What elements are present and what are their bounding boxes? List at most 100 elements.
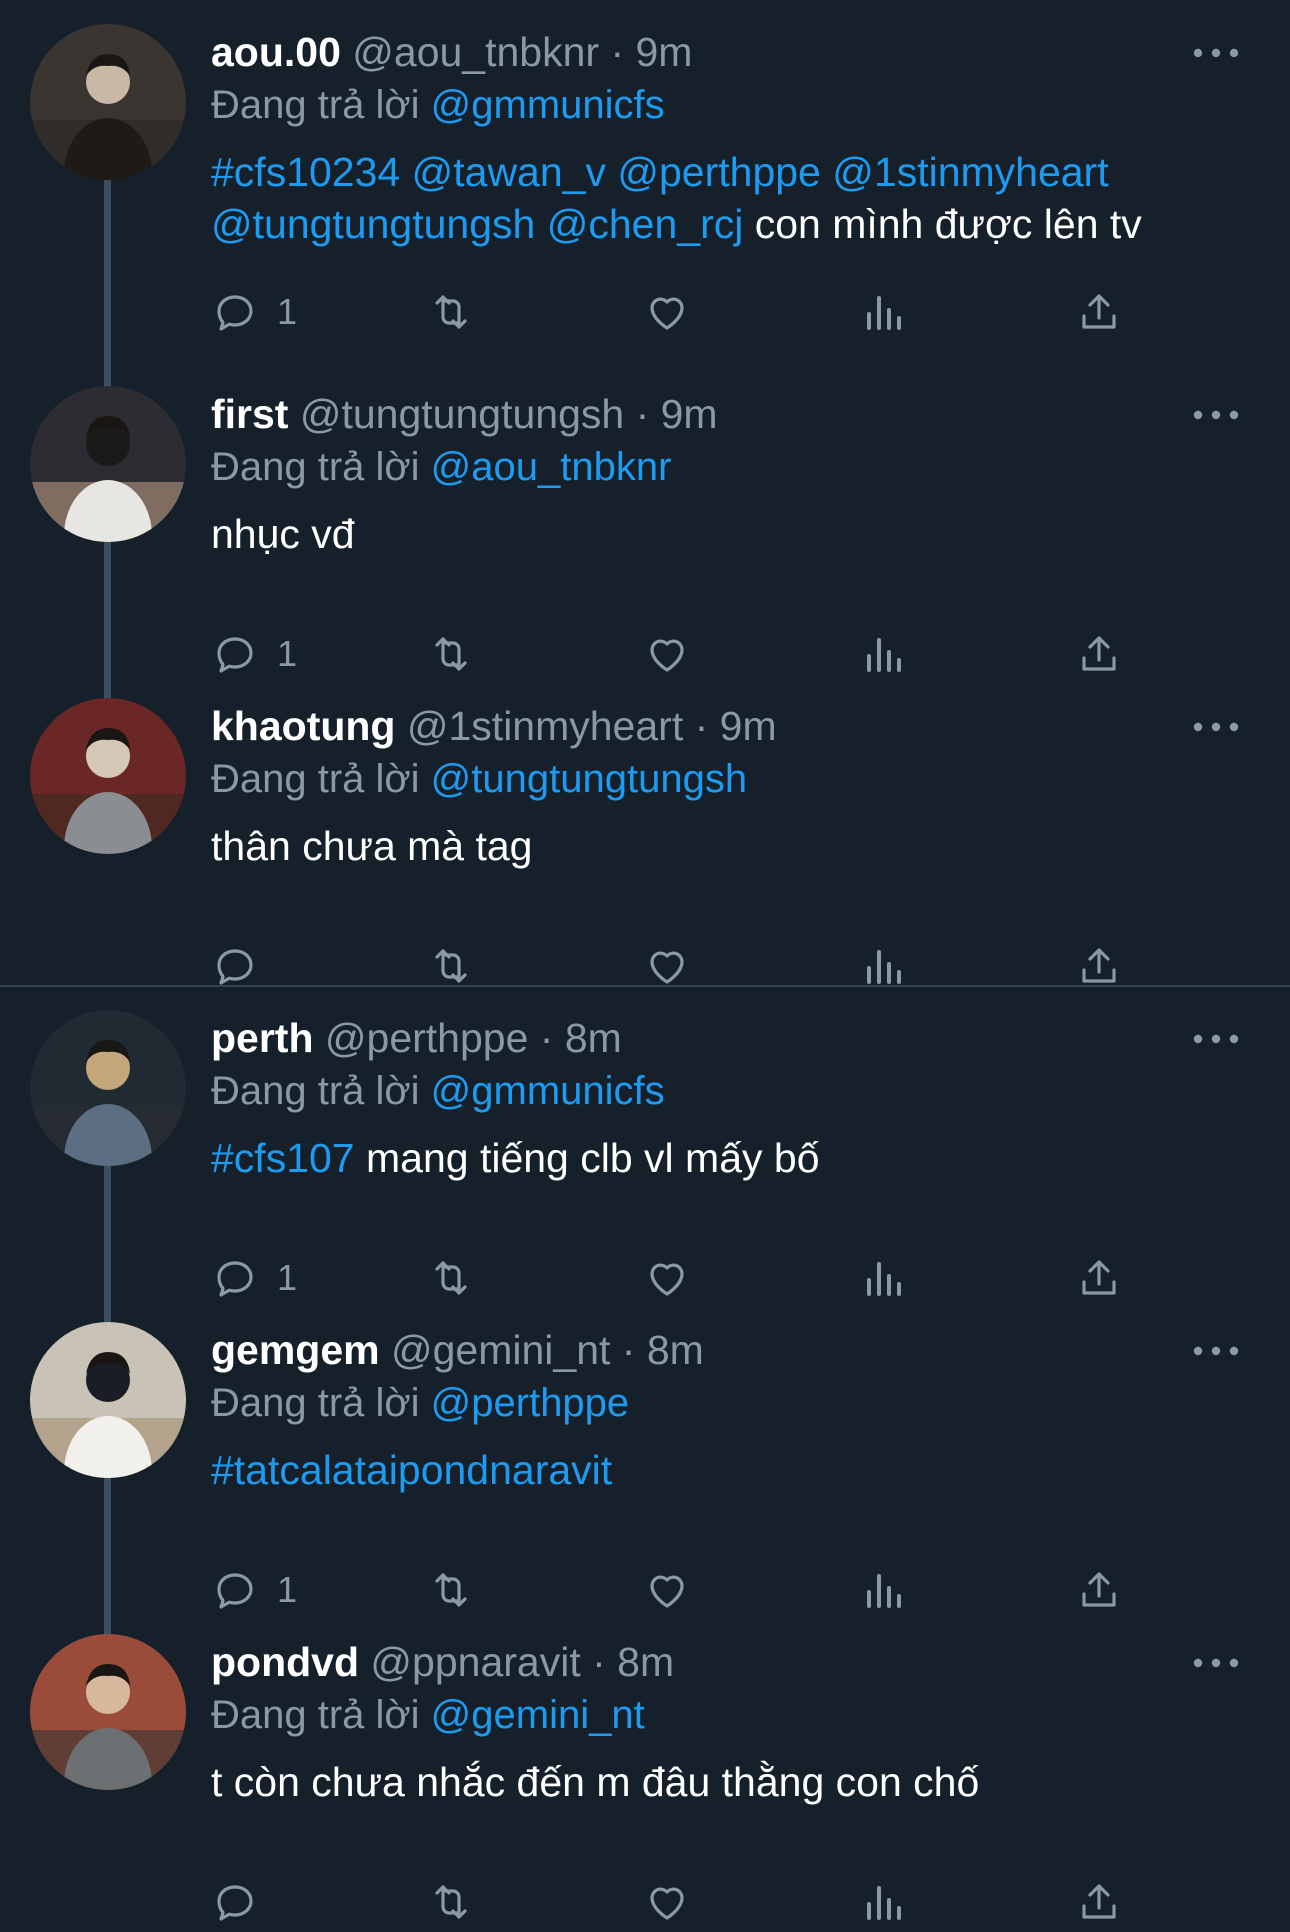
- display-name[interactable]: aou.00: [211, 29, 341, 75]
- bar-chart-icon: [859, 1566, 907, 1614]
- more-options-icon[interactable]: [1186, 1638, 1246, 1688]
- avatar[interactable]: [30, 1010, 186, 1166]
- timestamp[interactable]: 8m: [647, 1327, 704, 1373]
- more-options-icon[interactable]: [1186, 702, 1246, 752]
- more-options-icon[interactable]: [1186, 1326, 1246, 1376]
- like-button[interactable]: [643, 1872, 691, 1932]
- share-button[interactable]: [1075, 282, 1123, 342]
- tweet[interactable]: khaotung @1stinmyheart · 9m Đang trả lời …: [0, 674, 1290, 986]
- more-options-icon[interactable]: [1186, 1014, 1246, 1064]
- tweet-text-segment: [400, 149, 411, 195]
- like-button[interactable]: [643, 282, 691, 342]
- tweet-text: nhục vđ: [211, 508, 1251, 560]
- separator-dot: ·: [580, 1639, 618, 1685]
- user-handle[interactable]: @aou_tnbknr: [341, 29, 599, 75]
- reply-button[interactable]: 1: [211, 282, 297, 342]
- tweet[interactable]: aou.00 @aou_tnbknr · 9m Đang trả lời @gmm…: [0, 0, 1290, 332]
- retweet-icon: [427, 1566, 475, 1614]
- retweet-icon: [427, 288, 475, 336]
- replying-to-label: Đang trả lời: [211, 1381, 431, 1425]
- retweet-button[interactable]: [427, 1872, 475, 1932]
- more-options-icon[interactable]: [1186, 390, 1246, 440]
- heart-icon: [643, 1566, 691, 1614]
- reply-count: 1: [277, 633, 298, 674]
- replying-to-mention[interactable]: @gmmunicfs: [431, 1069, 665, 1113]
- tweet[interactable]: pondvd @ppnaravit · 8m Đang trả lời @gemi…: [0, 1610, 1290, 1922]
- tweet-text: thân chưa mà tag: [211, 820, 1251, 872]
- replying-to-mention[interactable]: @gemini_nt: [431, 1693, 645, 1737]
- timestamp[interactable]: 9m: [636, 29, 693, 75]
- tweet-text: #cfs107 mang tiếng clb vl mấy bố: [211, 1132, 1251, 1184]
- separator-dot: ·: [599, 29, 636, 75]
- more-options-icon[interactable]: [1186, 28, 1246, 78]
- tweet-text-segment: thân chưa mà tag: [211, 823, 533, 869]
- timestamp[interactable]: 8m: [565, 1015, 622, 1061]
- tweet-header: khaotung @1stinmyheart · 9m: [211, 698, 1150, 754]
- replying-to-mention[interactable]: @tungtungtungsh: [431, 757, 747, 801]
- replying-to-mention[interactable]: @aou_tnbknr: [431, 445, 672, 489]
- reply-count: 1: [277, 291, 298, 332]
- reply-icon: [211, 1254, 259, 1302]
- bar-chart-icon: [859, 1254, 907, 1302]
- tweet-text-segment: con mình được lên tv: [743, 201, 1142, 247]
- timestamp[interactable]: 9m: [720, 703, 777, 749]
- hashtag-link[interactable]: #cfs10234: [211, 149, 400, 195]
- replying-to-line: Đang trả lời @tungtungtungsh: [211, 752, 747, 806]
- user-handle[interactable]: @gemini_nt: [380, 1327, 610, 1373]
- replying-to-label: Đang trả lời: [211, 445, 431, 489]
- heart-icon: [643, 942, 691, 990]
- tweet-text: t còn chưa nhắc đến m đâu thằng con chố: [211, 1756, 1251, 1808]
- tweet-text-segment: [606, 149, 617, 195]
- display-name[interactable]: khaotung: [211, 703, 395, 749]
- retweet-icon: [427, 630, 475, 678]
- reply-button[interactable]: [211, 1872, 259, 1932]
- share-icon: [1075, 1566, 1123, 1614]
- display-name[interactable]: pondvd: [211, 1639, 359, 1685]
- separator-dot: ·: [610, 1327, 647, 1373]
- user-handle[interactable]: @perthppe: [314, 1015, 528, 1061]
- mention-link[interactable]: @chen_rcj: [547, 201, 744, 247]
- tweet[interactable]: gemgem @gemini_nt · 8m Đang trả lời @pert…: [0, 1298, 1290, 1610]
- mention-link[interactable]: @perthppe: [617, 149, 820, 195]
- display-name[interactable]: perth: [211, 1015, 314, 1061]
- user-handle[interactable]: @1stinmyheart: [395, 703, 683, 749]
- tweet[interactable]: first @tungtungtungsh · 9m Đang trả lời @…: [0, 362, 1290, 674]
- tweet-header: gemgem @gemini_nt · 8m: [211, 1322, 1150, 1378]
- tweet-header: pondvd @ppnaravit · 8m: [211, 1634, 1150, 1690]
- retweet-button[interactable]: [427, 282, 475, 342]
- heart-icon: [643, 288, 691, 336]
- replying-to-line: Đang trả lời @gmmunicfs: [211, 1064, 665, 1118]
- share-icon: [1075, 942, 1123, 990]
- timestamp[interactable]: 8m: [617, 1639, 674, 1685]
- bar-chart-icon: [859, 942, 907, 990]
- replying-to-line: Đang trả lời @gemini_nt: [211, 1688, 645, 1742]
- tweet-text: #cfs10234 @tawan_v @perthppe @1stinmyhea…: [211, 146, 1251, 250]
- display-name[interactable]: first: [211, 391, 288, 437]
- replying-to-line: Đang trả lời @aou_tnbknr: [211, 440, 671, 494]
- avatar[interactable]: [30, 1634, 186, 1790]
- tweet[interactable]: perth @perthppe · 8m Đang trả lời @gmmuni…: [0, 986, 1290, 1298]
- views-button[interactable]: [859, 282, 907, 342]
- mention-link[interactable]: @tungtungtungsh: [211, 201, 535, 247]
- share-button[interactable]: [1075, 1872, 1123, 1932]
- timestamp[interactable]: 9m: [661, 391, 718, 437]
- mention-link[interactable]: @1stinmyheart: [832, 149, 1108, 195]
- bar-chart-icon: [859, 288, 907, 336]
- user-handle[interactable]: @ppnaravit: [359, 1639, 580, 1685]
- views-button[interactable]: [859, 1872, 907, 1932]
- display-name[interactable]: gemgem: [211, 1327, 380, 1373]
- tweet-header: first @tungtungtungsh · 9m: [211, 386, 1150, 442]
- replying-to-mention[interactable]: @gmmunicfs: [431, 83, 665, 127]
- hashtag-link[interactable]: #cfs107: [211, 1135, 355, 1181]
- replying-to-mention[interactable]: @perthppe: [431, 1381, 630, 1425]
- avatar[interactable]: [30, 698, 186, 854]
- reply-count: 1: [277, 1569, 298, 1610]
- mention-link[interactable]: @tawan_v: [412, 149, 606, 195]
- tweet-text-segment: [535, 201, 546, 247]
- hashtag-link[interactable]: #tatcalataipondnaravit: [211, 1447, 612, 1493]
- avatar[interactable]: [30, 386, 186, 542]
- avatar[interactable]: [30, 1322, 186, 1478]
- user-handle[interactable]: @tungtungtungsh: [288, 391, 624, 437]
- avatar[interactable]: [30, 24, 186, 180]
- replying-to-label: Đang trả lời: [211, 1069, 431, 1113]
